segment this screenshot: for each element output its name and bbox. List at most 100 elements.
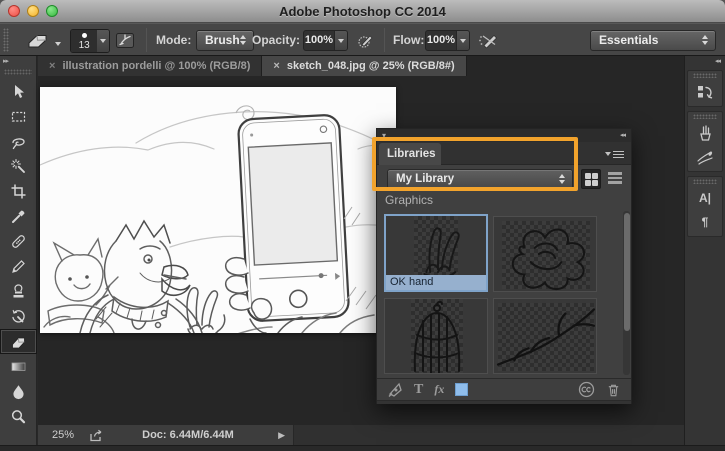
brush-preview: 13 (71, 30, 98, 52)
status-bar: 25% Doc: 6.44M/6.44M ▶ (38, 425, 684, 445)
add-color-swatch[interactable] (455, 383, 469, 396)
history-panel-button[interactable] (688, 80, 722, 104)
close-icon[interactable]: × (49, 60, 55, 72)
library-select[interactable]: My Library (387, 169, 573, 189)
workspace-value: Essentials (599, 33, 659, 47)
mode-value: Brush (205, 33, 240, 47)
tab-label: sketch_048.jpg @ 25% (RGB/8#) (286, 60, 455, 72)
libraries-panel-header[interactable]: ▾ ◂◂ (377, 129, 631, 142)
window-bottom-edge (0, 445, 725, 451)
tool-lasso[interactable] (0, 129, 37, 154)
workspace-select[interactable]: Essentials (590, 30, 716, 51)
tab-label: illustration pordelli @ 100% (RGB/8) (62, 60, 251, 72)
tab-illustration-pordelli[interactable]: × illustration pordelli @ 100% (RGB/8) (38, 56, 263, 76)
share-icon[interactable] (88, 428, 104, 442)
ok-hand-thumbnail (423, 227, 460, 275)
cage-thumbnail (413, 300, 461, 373)
opacity-label: Opacity: (252, 33, 301, 47)
right-panel-dock: ◂◂ A| ¶ (684, 56, 725, 445)
tab-libraries[interactable]: Libraries (379, 143, 441, 165)
tool-history-brush[interactable] (0, 304, 37, 329)
brush-size-picker[interactable]: 13 (70, 29, 110, 53)
library-item-branch[interactable] (493, 298, 597, 374)
pressure-opacity-button[interactable] (356, 31, 376, 50)
panel-menu-icon[interactable] (605, 149, 624, 160)
eraser-tool-preset-icon[interactable] (26, 32, 50, 49)
tool-brush[interactable] (0, 254, 37, 279)
tool-spot-healing-brush[interactable] (0, 229, 37, 254)
toolbar-collapse-icon[interactable]: ▸▸ (0, 56, 36, 67)
airbrush-button[interactable] (477, 31, 501, 50)
updown-arrows-icon (559, 174, 566, 184)
panel-scrollbar[interactable] (623, 211, 630, 375)
dock-gripper[interactable] (693, 179, 717, 184)
add-layer-style-icon[interactable]: fx (434, 382, 444, 397)
brush-tip-dot (81, 33, 87, 38)
brush-panel-button[interactable] (688, 145, 722, 169)
updown-arrows-icon (240, 35, 247, 45)
mode-select[interactable]: Brush (196, 30, 254, 51)
opacity-dropdown-icon[interactable] (334, 31, 347, 50)
tool-eraser[interactable] (0, 329, 37, 354)
trash-icon[interactable] (606, 382, 621, 398)
flow-value[interactable]: 100% (426, 31, 456, 50)
tool-rectangular-marquee[interactable] (0, 104, 37, 129)
toggle-brush-panel-button[interactable] (115, 31, 135, 50)
paragraph-panel-button[interactable]: ¶ (688, 210, 722, 234)
close-icon[interactable]: × (273, 60, 279, 72)
tool-gradient[interactable] (0, 354, 37, 379)
opacity-field[interactable]: 100% (303, 30, 348, 51)
expand-panels-icon[interactable]: ◂◂ (685, 56, 725, 68)
dock-group-history (687, 70, 723, 107)
libraries-footer: T fx (377, 378, 631, 400)
flow-dropdown-icon[interactable] (456, 31, 469, 50)
dock-group-type: A| ¶ (687, 176, 723, 237)
photoshop-window: Adobe Photoshop CC 2014 13 Mode: Brush O… (0, 0, 725, 451)
list-view-button[interactable] (605, 170, 625, 188)
divider (146, 28, 147, 52)
graphics-section-label: Graphics (385, 193, 434, 207)
tool-blur[interactable] (0, 379, 37, 404)
tool-move[interactable] (0, 79, 37, 104)
tool-eyedropper[interactable] (0, 204, 37, 229)
flow-field[interactable]: 100% (425, 30, 470, 51)
add-graphic-icon[interactable] (387, 382, 403, 398)
toolbar-gripper[interactable] (4, 69, 32, 75)
brush-size-arrow-icon[interactable] (97, 30, 109, 52)
doc-size-info[interactable]: Doc: 6.44M/6.44M (108, 425, 268, 445)
collapse-panel-icon[interactable]: ◂◂ (620, 129, 626, 142)
tool-bar: ▸▸ (0, 56, 37, 445)
dock-gripper[interactable] (693, 73, 717, 78)
opacity-value[interactable]: 100% (304, 31, 334, 50)
library-select-value: My Library (396, 173, 455, 185)
character-panel-button[interactable]: A| (688, 186, 722, 210)
options-bar-gripper[interactable] (3, 28, 9, 52)
zoom-level-field[interactable]: 25% (52, 425, 74, 445)
divider (384, 28, 385, 52)
scrollbar-thumb[interactable] (623, 213, 630, 331)
creative-cloud-icon[interactable] (578, 381, 595, 398)
document-canvas[interactable] (39, 87, 397, 353)
chevron-down-icon[interactable]: ▾ (382, 129, 386, 142)
tool-dodge[interactable] (0, 404, 37, 429)
scribble-thumbnail (511, 228, 586, 290)
dock-gripper[interactable] (693, 114, 717, 119)
tool-clone-stamp[interactable] (0, 279, 37, 304)
tool-preset-arrow-icon[interactable] (55, 42, 61, 46)
library-item-ok-hand[interactable]: OK hand (384, 214, 488, 292)
brush-presets-panel-button[interactable] (688, 121, 722, 145)
library-item-scribble[interactable] (493, 216, 597, 292)
panel-resize-grip[interactable] (377, 400, 631, 404)
tool-magic-wand[interactable] (0, 154, 37, 179)
flow-label: Flow: (393, 33, 425, 47)
add-text-style-icon[interactable]: T (414, 382, 423, 398)
libraries-tab-row: Libraries (377, 142, 631, 165)
status-expand-icon[interactable]: ▶ (278, 425, 285, 445)
mode-label: Mode: (156, 33, 192, 47)
tab-sketch-048[interactable]: × sketch_048.jpg @ 25% (RGB/8#) (262, 56, 467, 76)
status-bar-left: 25% Doc: 6.44M/6.44M ▶ (38, 425, 294, 445)
grid-view-button[interactable] (581, 169, 601, 189)
tool-crop[interactable] (0, 179, 37, 204)
branch-thumbnail (496, 308, 596, 366)
library-item-cage[interactable] (384, 298, 488, 374)
